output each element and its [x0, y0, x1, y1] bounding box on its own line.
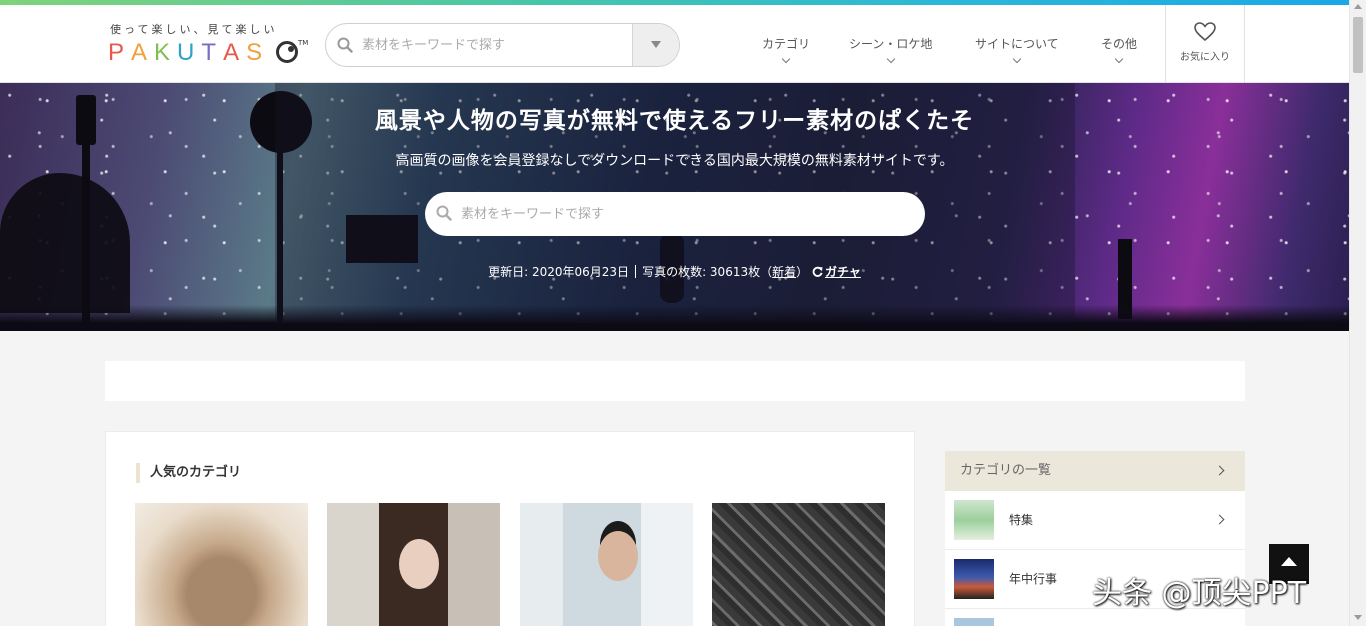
sidebar-item-label: 年中行事 — [1009, 572, 1058, 586]
hero-search-input[interactable] — [461, 192, 901, 236]
hero-banner: 風景や人物の写真が無料で使えるフリー素材のぱくたそ 高画質の画像を会員登録なしで… — [0, 83, 1349, 331]
heart-icon — [1194, 22, 1216, 42]
logo-tagline: 使って楽しい、見て楽しい — [110, 23, 278, 36]
nav-label: その他 — [1101, 37, 1138, 51]
nav-label: シーン・ロケ地 — [849, 37, 933, 51]
watermark: 头条 @顶尖PPT — [1092, 576, 1307, 611]
site-header: 使って楽しい、見て楽しい PAKUTAS TM カテゴリ シーン・ロケ地 サイト… — [0, 5, 1349, 83]
hero-title: 風景や人物の写真が無料で使えるフリー素材のぱくたそ — [374, 108, 975, 134]
nav-other[interactable]: その他 — [1101, 35, 1138, 64]
logo-letter: T — [201, 39, 224, 66]
favorites-label: お気に入り — [1180, 52, 1230, 63]
caret-down-icon — [651, 41, 661, 48]
category-thumb-man[interactable] — [520, 503, 693, 626]
chevron-right-icon — [1214, 514, 1225, 525]
logo-letter: A — [223, 39, 247, 66]
header-search-box — [325, 23, 680, 67]
nav-category[interactable]: カテゴリ — [762, 35, 811, 64]
ad-placeholder — [105, 361, 1245, 401]
scroll-up-icon[interactable] — [1354, 4, 1362, 9]
logo-letter: K — [154, 39, 178, 66]
scrollbar[interactable] — [1349, 0, 1366, 626]
popular-categories-panel: 人気のカテゴリ — [105, 431, 915, 626]
nav-scene-location[interactable]: シーン・ロケ地 — [849, 35, 933, 64]
search-options-dropdown[interactable] — [632, 24, 679, 66]
hero-meta: 更新日: 2020年06月23日 写真の枚数: 30613枚（新着） ガチャ — [0, 263, 1349, 280]
hero-search-box — [425, 192, 925, 236]
chevron-right-icon — [1214, 465, 1225, 476]
scrollbar-thumb[interactable] — [1353, 17, 1363, 73]
photo-count-close: ） — [796, 265, 809, 279]
update-date: 更新日: 2020年06月23日 — [488, 265, 630, 279]
sidebar-category-list-heading[interactable]: カテゴリの一覧 — [945, 451, 1245, 491]
chevron-down-icon — [781, 54, 791, 64]
hero-subtitle: 高画質の画像を会員登録なしでダウンロードできる国内最大規模の無料素材サイトです。 — [395, 153, 954, 169]
scroll-down-icon[interactable] — [1354, 615, 1362, 620]
sidebar-heading-label: カテゴリの一覧 — [960, 463, 1052, 478]
refresh-icon — [812, 266, 823, 277]
logo-letter: U — [177, 39, 202, 66]
search-icon — [337, 37, 353, 53]
partial-thumbnail — [954, 618, 994, 626]
category-thumb-woman[interactable] — [327, 503, 500, 626]
chevron-down-icon — [1012, 54, 1022, 64]
camera-lens-icon — [276, 41, 298, 63]
section-title: 人気のカテゴリ — [136, 463, 241, 483]
gacha-label: ガチャ — [824, 265, 861, 279]
logo-letter: S — [246, 39, 270, 66]
gacha-link[interactable]: ガチャ — [812, 265, 861, 279]
logo-letter: P — [108, 39, 132, 66]
feature-thumbnail — [954, 500, 994, 540]
logo[interactable]: 使って楽しい、見て楽しい PAKUTAS TM — [108, 19, 308, 71]
chevron-down-icon — [1114, 54, 1124, 64]
sidebar-item-feature[interactable]: 特集 — [945, 491, 1245, 550]
header-search-input[interactable] — [362, 24, 632, 66]
category-thumb-cat[interactable] — [135, 503, 308, 626]
chevron-down-icon — [886, 54, 895, 64]
favorites-button[interactable]: お気に入り — [1165, 5, 1245, 83]
annual-events-thumbnail — [954, 559, 994, 599]
silhouette-tree — [0, 173, 130, 313]
category-thumb-texture[interactable] — [712, 503, 885, 626]
new-photos-link[interactable]: 新着 — [772, 265, 796, 279]
logo-wordmark: PAKUTAS — [108, 39, 269, 67]
nav-label: カテゴリ — [762, 37, 811, 51]
nav-about-site[interactable]: サイトについて — [975, 35, 1059, 64]
sidebar-item-label: 特集 — [1009, 513, 1034, 527]
nav-label: サイトについて — [975, 37, 1059, 51]
search-icon — [436, 205, 452, 221]
logo-letter: A — [131, 39, 155, 66]
photo-count: 写真の枚数: 30613枚（ — [642, 265, 773, 279]
meta-divider — [635, 265, 637, 278]
trademark-mark: TM — [298, 39, 309, 47]
